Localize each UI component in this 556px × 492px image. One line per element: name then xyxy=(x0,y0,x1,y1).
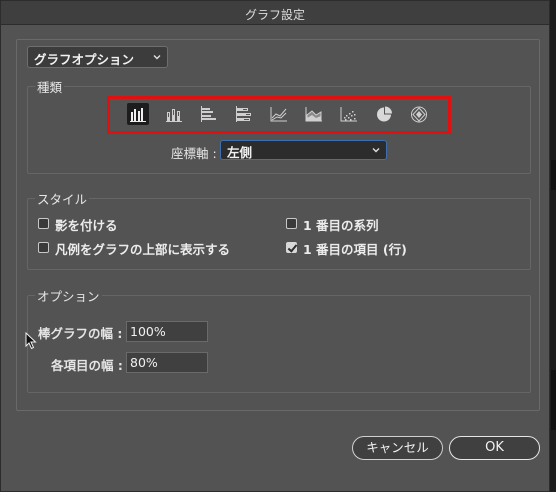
column-width-label: 棒グラフの幅 : xyxy=(38,326,123,341)
add-shadow-label: 影を付ける xyxy=(55,218,118,233)
checkbox-box[interactable] xyxy=(38,242,49,253)
scatter-graph-icon[interactable] xyxy=(338,103,360,125)
line-graph-icon[interactable] xyxy=(268,103,290,125)
chevron-down-icon xyxy=(372,148,380,153)
title-bar[interactable]: グラフ設定 xyxy=(1,1,549,25)
options-group-label: オプション xyxy=(35,286,102,305)
column-width-field[interactable]: 100% xyxy=(126,321,208,342)
area-graph-icon[interactable] xyxy=(303,103,325,125)
background-mark xyxy=(551,370,556,430)
dialog-title: グラフ設定 xyxy=(244,8,305,22)
stacked-column-graph-icon[interactable] xyxy=(163,103,185,125)
cluster-width-label: 各項目の幅 : xyxy=(51,358,123,373)
axis-select[interactable]: 左側 xyxy=(220,140,387,160)
background-mark xyxy=(551,160,556,190)
style-group xyxy=(27,198,531,270)
cancel-button[interactable]: キャンセル xyxy=(352,436,443,460)
grouped-bar-graph-icon[interactable] xyxy=(198,103,220,125)
radar-graph-icon[interactable] xyxy=(408,103,430,125)
ok-button[interactable]: OK xyxy=(449,436,540,460)
style-group-label: スタイル xyxy=(35,189,90,208)
type-group-label: 種類 xyxy=(35,77,65,96)
first-row-label: 1 番目の系列 xyxy=(303,218,379,233)
pie-graph-icon[interactable] xyxy=(373,103,395,125)
mouse-pointer-icon xyxy=(25,332,37,350)
options-select-value: グラフオプション xyxy=(34,52,135,67)
chevron-down-icon xyxy=(153,55,161,60)
axis-select-value: 左側 xyxy=(227,145,253,160)
window-edge xyxy=(550,0,556,492)
first-column-label: 1 番目の項目 (行) xyxy=(303,242,407,257)
axis-label: 座標軸 : xyxy=(171,146,217,161)
cluster-width-field[interactable]: 80% xyxy=(126,352,208,373)
legend-top-label: 凡例をグラフの上部に表示する xyxy=(55,242,231,257)
stacked-bar-graph-icon[interactable] xyxy=(233,103,255,125)
checkbox-box[interactable] xyxy=(286,218,297,229)
checkbox-box-checked[interactable] xyxy=(286,242,297,253)
options-group xyxy=(27,295,531,393)
options-select[interactable]: グラフオプション xyxy=(27,46,168,68)
checkbox-box[interactable] xyxy=(38,218,49,229)
graph-settings-dialog: グラフ設定 グラフオプション 種類 座標軸 : 左側 スタイル 影を付ける 凡例… xyxy=(0,0,550,492)
grouped-column-graph-icon[interactable] xyxy=(127,103,149,125)
